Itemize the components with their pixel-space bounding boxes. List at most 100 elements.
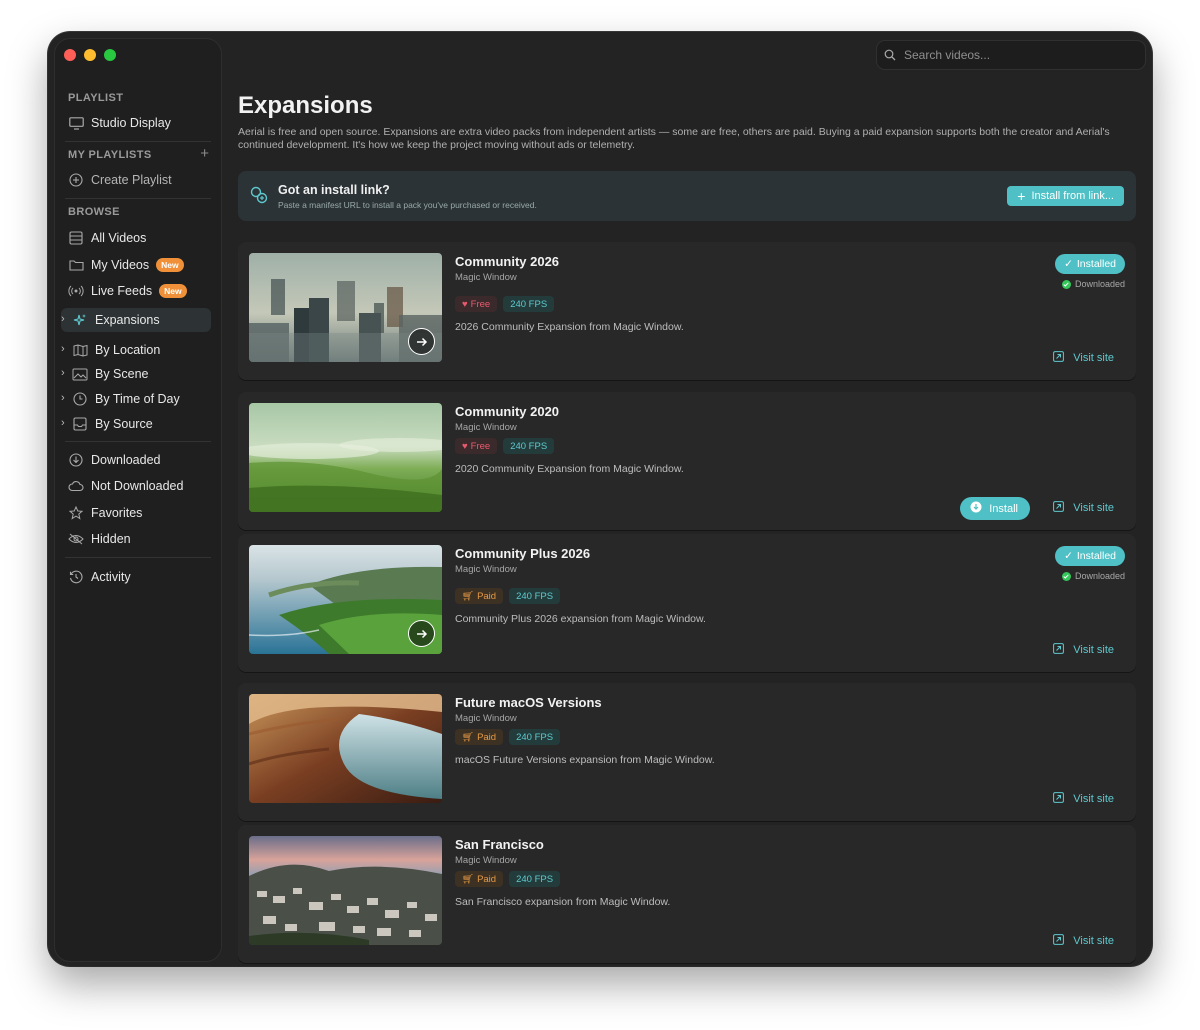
check-circle-icon [1061, 279, 1071, 289]
sidebar-item-activity[interactable]: Activity [55, 565, 221, 589]
expansion-card: Community 2026 Magic Window ♥ Free 240 FP… [238, 242, 1136, 380]
expansion-description: 2026 Community Expansion from Magic Wind… [455, 321, 684, 333]
zoom-window-button[interactable] [104, 49, 116, 61]
chevron-right-icon[interactable]: › [61, 343, 65, 355]
price-label: Free [470, 440, 491, 452]
play-arrow-icon[interactable] [408, 620, 435, 647]
tray-icon [72, 416, 88, 432]
sidebar-item-label: By Location [95, 343, 161, 357]
divider [65, 141, 211, 142]
my-playlists-header: MY PLAYLISTS [68, 149, 152, 161]
chevron-right-icon[interactable]: › [61, 367, 65, 379]
page-title: Expansions [238, 92, 373, 119]
price-badge: 🛒︎ Paid [455, 588, 504, 604]
sidebar-item-downloaded[interactable]: Downloaded [55, 448, 221, 472]
play-arrow-icon[interactable] [408, 328, 435, 355]
sidebar-item-live-feeds[interactable]: Live Feeds New [55, 279, 221, 303]
sidebar-item-label: My Videos [91, 258, 150, 272]
close-window-button[interactable] [64, 49, 76, 61]
expansion-thumbnail[interactable] [249, 253, 442, 362]
sidebar-item-expansions[interactable]: › Expansions [61, 308, 211, 332]
sidebar-item-all-videos[interactable]: All Videos [55, 226, 221, 250]
expansion-author: Magic Window [455, 855, 517, 866]
visit-site-label: Visit site [1073, 352, 1114, 364]
link-icon [249, 185, 269, 210]
expansion-thumbnail[interactable] [249, 836, 442, 945]
sidebar-item-label: Hidden [91, 532, 131, 546]
window-controls [64, 49, 116, 61]
install-button[interactable]: Install [960, 497, 1030, 520]
sidebar: PLAYLIST Studio Display MY PLAYLISTS + C… [54, 38, 222, 962]
expansion-card: Community Plus 2026 Magic Window 🛒︎ Paid … [238, 534, 1136, 672]
price-badge: 🛒︎ Paid [455, 729, 504, 745]
expansion-name: San Francisco [455, 837, 544, 852]
app-window: PLAYLIST Studio Display MY PLAYLISTS + C… [48, 32, 1152, 966]
sidebar-item-hidden[interactable]: Hidden [55, 527, 221, 551]
price-badge: ♥ Free [455, 438, 498, 454]
price-badge: ♥ Free [455, 296, 498, 312]
fps-badge: 240 FPS [503, 296, 555, 312]
tags: 🛒︎ Paid 240 FPS [455, 729, 561, 745]
cart-icon: 🛒︎ [462, 731, 475, 743]
visit-site-link[interactable]: Visit site [1053, 643, 1114, 657]
add-playlist-icon[interactable]: + [200, 145, 209, 162]
visit-site-link[interactable]: Visit site [1053, 351, 1114, 365]
sidebar-item-studio-display[interactable]: Studio Display [55, 111, 221, 135]
expansion-name: Community Plus 2026 [455, 546, 591, 561]
browse-header: BROWSE [68, 206, 120, 218]
sidebar-item-favorites[interactable]: Favorites [55, 501, 221, 525]
visit-site-link[interactable]: Visit site [1053, 934, 1114, 948]
divider [65, 557, 211, 558]
playlist-header: PLAYLIST [68, 92, 124, 104]
sidebar-item-not-downloaded[interactable]: Not Downloaded [55, 474, 221, 498]
banner-title: Got an install link? [278, 183, 390, 197]
plus-circle-icon [68, 172, 84, 188]
star-icon [68, 505, 84, 521]
expansion-thumbnail[interactable] [249, 694, 442, 803]
install-from-link-button[interactable]: + Install from link... [1007, 186, 1124, 206]
new-badge: New [159, 284, 187, 298]
price-badge: 🛒︎ Paid [455, 871, 504, 887]
install-label: Install [989, 502, 1018, 515]
installed-label: Installed [1076, 550, 1116, 562]
banner-subtitle: Paste a manifest URL to install a pack y… [278, 200, 537, 210]
minimize-window-button[interactable] [84, 49, 96, 61]
expansion-description: Community Plus 2026 expansion from Magic… [455, 613, 706, 625]
expansion-author: Magic Window [455, 713, 517, 724]
visit-site-label: Visit site [1073, 644, 1114, 656]
plus-icon: + [1017, 188, 1026, 204]
visit-site-link[interactable]: Visit site [1053, 792, 1114, 806]
sidebar-item-by-source[interactable]: › By Source [55, 412, 221, 436]
expansion-author: Magic Window [455, 422, 517, 433]
visit-site-label: Visit site [1073, 793, 1114, 805]
expansion-description: San Francisco expansion from Magic Windo… [455, 896, 671, 908]
sidebar-item-by-location[interactable]: › By Location [55, 338, 221, 362]
sidebar-item-create-playlist[interactable]: Create Playlist [55, 168, 221, 192]
folder-icon [68, 257, 84, 273]
visit-site-label: Visit site [1073, 935, 1114, 947]
chevron-right-icon[interactable]: › [61, 313, 65, 325]
expansion-card: Future macOS Versions Magic Window 🛒︎ Pai… [238, 683, 1136, 821]
sidebar-item-label: Create Playlist [91, 173, 172, 187]
expansion-description: 2020 Community Expansion from Magic Wind… [455, 463, 684, 475]
sidebar-item-label: Favorites [91, 506, 143, 520]
sidebar-item-by-time-of-day[interactable]: › By Time of Day [55, 387, 221, 411]
sidebar-item-label: Downloaded [91, 453, 161, 467]
expansion-thumbnail[interactable] [249, 403, 442, 512]
downloaded-label: Downloaded [1074, 279, 1125, 289]
film-icon [68, 230, 84, 246]
installed-badge: ✓ Installed [1055, 546, 1125, 566]
sidebar-item-label: Activity [91, 570, 131, 584]
expansion-name: Community 2020 [455, 404, 560, 419]
chevron-right-icon[interactable]: › [61, 417, 65, 429]
downloaded-status: Downloaded [1061, 571, 1125, 581]
sidebar-item-label: Studio Display [91, 116, 171, 130]
sidebar-item-my-videos[interactable]: My Videos New [55, 253, 221, 277]
chevron-right-icon[interactable]: › [61, 392, 65, 404]
visit-site-link[interactable]: Visit site [1053, 501, 1114, 515]
checkmark-icon: ✓ [1064, 550, 1073, 562]
tags: 🛒︎ Paid 240 FPS [455, 871, 561, 887]
sidebar-item-by-scene[interactable]: › By Scene [55, 362, 221, 386]
expansion-thumbnail[interactable] [249, 545, 442, 654]
sparkles-icon [72, 312, 88, 328]
